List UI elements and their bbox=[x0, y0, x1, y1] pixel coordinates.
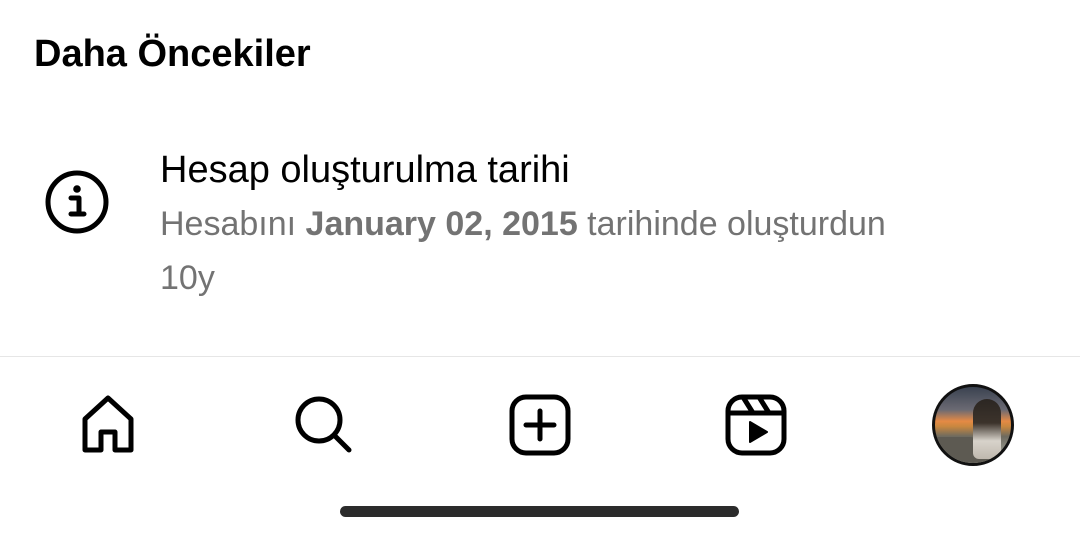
info-icon bbox=[44, 169, 110, 235]
account-created-description: Hesabını January 02, 2015 tarihinde oluş… bbox=[160, 202, 886, 246]
account-history-page: Daha Öncekiler Hesap oluşturulma tarihi … bbox=[0, 0, 1080, 534]
account-created-row: Hesap oluşturulma tarihi Hesabını Januar… bbox=[0, 140, 1080, 310]
home-icon bbox=[75, 392, 141, 463]
account-age: 10y bbox=[160, 259, 215, 297]
tab-profile[interactable] bbox=[931, 383, 1015, 467]
avatar-person bbox=[973, 399, 1001, 459]
tab-home[interactable] bbox=[68, 387, 148, 467]
avatar bbox=[932, 384, 1014, 466]
plus-square-icon bbox=[507, 392, 573, 463]
section-title: Daha Öncekiler bbox=[34, 33, 311, 75]
reels-icon bbox=[723, 392, 789, 463]
tab-reels[interactable] bbox=[716, 387, 796, 467]
tab-create[interactable] bbox=[500, 387, 580, 467]
description-suffix: tarihinde oluşturdun bbox=[577, 205, 886, 243]
search-icon bbox=[291, 392, 357, 463]
home-indicator[interactable] bbox=[340, 506, 739, 517]
bottom-tab-bar bbox=[0, 357, 1080, 487]
tab-search[interactable] bbox=[284, 387, 364, 467]
account-created-date: January 02, 2015 bbox=[305, 205, 578, 243]
description-prefix: Hesabını bbox=[160, 205, 306, 243]
account-created-title: Hesap oluşturulma tarihi bbox=[160, 149, 570, 191]
